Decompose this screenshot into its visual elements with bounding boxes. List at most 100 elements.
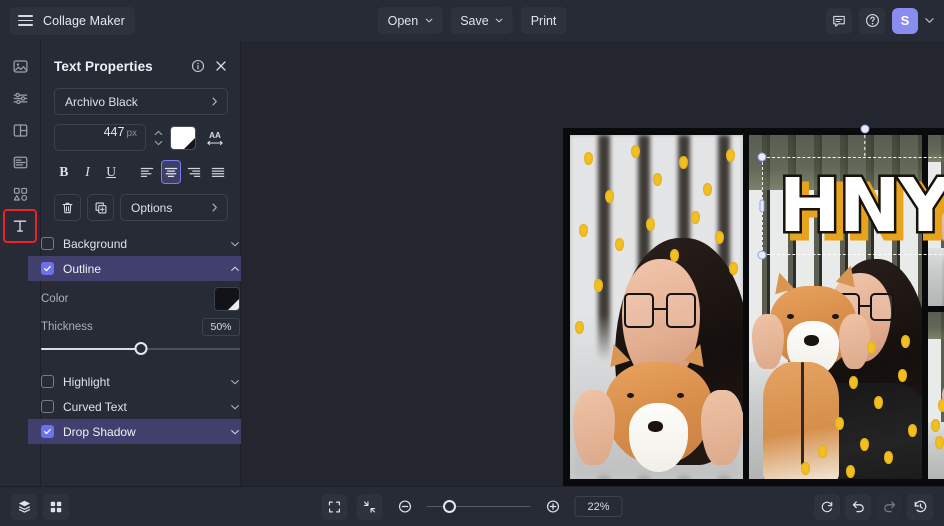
chevron-down-icon — [230, 239, 240, 249]
close-icon[interactable] — [214, 59, 228, 73]
background-checkbox[interactable] — [41, 237, 54, 250]
letter-spacing-aa-icon: AA — [205, 129, 225, 147]
info-icon[interactable] — [191, 59, 205, 73]
section-outline[interactable]: Outline — [28, 256, 252, 281]
section-curved-text-label: Curved Text — [63, 399, 127, 414]
highlight-checkbox[interactable] — [41, 375, 54, 388]
dog-eye-right — [832, 313, 840, 319]
top-bar-right: S — [826, 7, 944, 34]
zoom-out-icon — [397, 499, 412, 514]
letter-spacing-button[interactable]: AA — [202, 126, 228, 150]
section-background[interactable]: Background — [28, 231, 252, 256]
collage-cell-left[interactable] — [570, 135, 743, 479]
app-title: Collage Maker — [43, 13, 125, 28]
slider-fill — [41, 348, 141, 350]
account-chevron-down-icon[interactable] — [925, 16, 934, 25]
resize-handle-middle-left[interactable] — [759, 199, 765, 213]
layers-button[interactable] — [11, 493, 37, 520]
feedback-button[interactable] — [826, 7, 852, 34]
thumbnails-button[interactable] — [43, 493, 69, 520]
sidebar-item-images[interactable] — [5, 51, 35, 81]
sidebar-item-adjust[interactable] — [5, 83, 35, 113]
hand-left — [752, 313, 784, 369]
section-outline-label: Outline — [63, 261, 102, 276]
outline-settings: Color Thickness 50% — [28, 281, 252, 369]
text-color-swatch[interactable] — [170, 125, 196, 150]
open-button[interactable]: Open — [377, 7, 443, 34]
shrink-button[interactable] — [356, 493, 383, 520]
canvas-stage[interactable]: HNY HNY — [241, 41, 944, 486]
print-button[interactable]: Print — [520, 7, 567, 34]
resize-handle-bottom-left[interactable] — [757, 250, 767, 260]
font-size-value: 447 — [103, 125, 125, 139]
section-drop-shadow[interactable]: Drop Shadow — [28, 419, 252, 444]
top-bar-left: Collage Maker — [0, 6, 135, 35]
slider-knob[interactable] — [134, 342, 147, 355]
stepper-up-icon[interactable] — [154, 130, 163, 136]
shrink-icon — [363, 500, 377, 514]
app-menu-button[interactable]: Collage Maker — [10, 6, 135, 35]
delete-text-button[interactable] — [54, 194, 81, 221]
help-icon — [865, 13, 880, 28]
align-center-button[interactable] — [160, 160, 181, 184]
sidebar-item-background[interactable] — [5, 147, 35, 177]
align-left-button[interactable] — [137, 160, 157, 184]
font-family-select[interactable]: Archivo Black — [54, 88, 228, 115]
section-curved-text[interactable]: Curved Text — [28, 394, 252, 419]
align-justify-button[interactable] — [208, 160, 228, 184]
zoom-level-value[interactable]: 22% — [574, 496, 623, 517]
panel-body: Archivo Black 447 px AA B I U Options — [41, 86, 240, 231]
font-size-input[interactable]: 447 px — [54, 124, 146, 151]
top-bar-center: Open Save Print — [377, 0, 567, 41]
avatar[interactable]: S — [892, 7, 918, 34]
sidebar-item-stickers[interactable] — [5, 179, 35, 209]
options-button[interactable]: Options — [120, 194, 228, 221]
outline-color-row: Color — [41, 285, 240, 313]
text-object-hny[interactable]: HNY HNY — [757, 124, 944, 260]
section-highlight-label: Highlight — [63, 374, 110, 389]
outline-thickness-value[interactable]: 50% — [202, 318, 240, 336]
resize-handle-top-left[interactable] — [757, 152, 767, 162]
stepper-down-icon[interactable] — [154, 140, 163, 146]
redo-button[interactable] — [876, 493, 902, 520]
curved-text-checkbox[interactable] — [41, 400, 54, 413]
underline-label: U — [106, 164, 117, 179]
italic-button[interactable]: I — [78, 160, 98, 184]
font-size-unit: px — [126, 128, 137, 139]
zoom-out-button[interactable] — [392, 494, 418, 520]
outline-thickness-slider[interactable] — [41, 341, 240, 357]
drop-shadow-checkbox[interactable] — [41, 425, 54, 438]
fit-screen-button[interactable] — [321, 493, 348, 520]
undo-button[interactable] — [845, 493, 871, 520]
history-button[interactable] — [907, 493, 933, 520]
save-button[interactable]: Save — [450, 7, 513, 34]
collage-cell-bottom-right[interactable] — [927, 312, 944, 479]
dog-eye-left — [787, 313, 795, 319]
zoom-slider-knob[interactable] — [442, 499, 456, 513]
zoom-in-button[interactable] — [540, 494, 566, 520]
photo-left — [570, 135, 743, 479]
align-right-icon — [187, 166, 201, 178]
layers-icon — [17, 499, 32, 514]
chevron-down-icon — [425, 17, 432, 24]
duplicate-text-button[interactable] — [87, 194, 114, 221]
align-right-button[interactable] — [185, 160, 205, 184]
sidebar-item-text[interactable] — [3, 209, 37, 243]
zoom-slider[interactable] — [426, 499, 531, 514]
thumbnails-grid-icon — [49, 500, 63, 514]
font-size-stepper[interactable] — [152, 130, 164, 146]
rotate-handle[interactable] — [860, 124, 869, 134]
image-icon — [12, 58, 29, 75]
section-highlight[interactable]: Highlight — [28, 369, 252, 394]
help-button[interactable] — [859, 7, 885, 34]
font-family-value: Archivo Black — [65, 94, 138, 109]
bold-button[interactable]: B — [54, 160, 74, 184]
text-effect-sections: Background Outline Color Thickness 50% H… — [28, 231, 252, 444]
outline-checkbox[interactable] — [41, 262, 54, 275]
sidebar-item-layout[interactable] — [5, 115, 35, 145]
svg-text:AA: AA — [209, 131, 221, 140]
outline-color-swatch[interactable] — [214, 287, 240, 311]
underline-button[interactable]: U — [101, 160, 121, 184]
fit-screen-icon — [328, 500, 342, 514]
reset-button[interactable] — [814, 493, 840, 520]
